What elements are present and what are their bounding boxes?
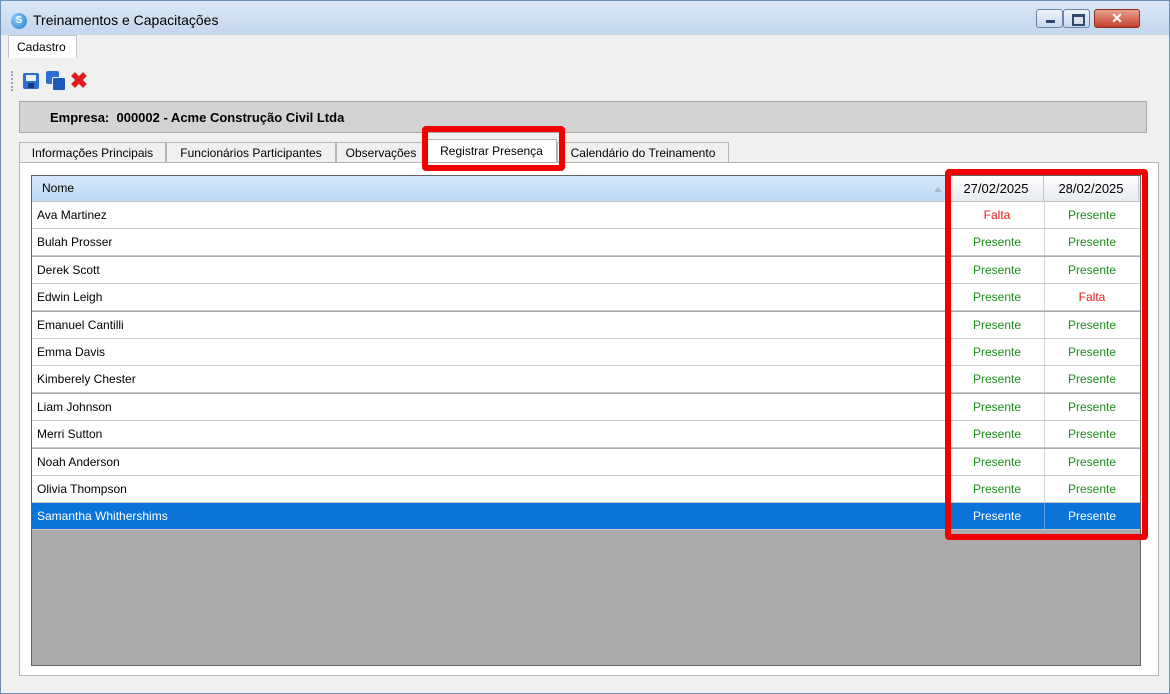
column-header-date-2[interactable]: 28/02/2025 bbox=[1044, 176, 1139, 201]
app-icon: S bbox=[11, 13, 27, 29]
sort-asc-icon bbox=[934, 187, 942, 192]
cell-presenca-2[interactable]: Presente bbox=[1044, 366, 1139, 393]
cell-presenca-1[interactable]: Presente bbox=[949, 284, 1044, 311]
attendance-grid: Nome 27/02/2025 28/02/2025 Ava Martinez F… bbox=[31, 175, 1141, 666]
cell-presenca-2[interactable]: Presente bbox=[1044, 256, 1139, 283]
maximize-icon bbox=[1072, 14, 1085, 26]
cell-presenca-1[interactable]: Presente bbox=[949, 476, 1044, 502]
toolbar-grip bbox=[11, 71, 15, 91]
column-header-nome[interactable]: Nome bbox=[32, 176, 949, 201]
cell-nome: Edwin Leigh bbox=[37, 290, 103, 305]
cell-presenca-2[interactable]: Presente bbox=[1044, 476, 1139, 502]
tab-informacoes-principais[interactable]: Informações Principais bbox=[19, 142, 166, 163]
cell-presenca-1[interactable]: Presente bbox=[949, 366, 1044, 393]
cell-nome: Bulah Prosser bbox=[37, 235, 113, 250]
table-row[interactable]: Samantha Whithershims Presente Presente bbox=[32, 503, 1140, 531]
table-row[interactable]: Olivia Thompson Presente Presente bbox=[32, 476, 1140, 503]
empresa-bar: Empresa: 000002 - Acme Construção Civil … bbox=[19, 101, 1147, 133]
cell-nome: Emma Davis bbox=[37, 345, 106, 359]
empresa-info: Empresa: 000002 - Acme Construção Civil … bbox=[50, 110, 344, 125]
tab-registrar-presenca[interactable]: Registrar Presença bbox=[426, 139, 557, 163]
cell-nome: Ava Martinez bbox=[37, 208, 107, 222]
table-row[interactable]: Liam Johnson Presente Presente bbox=[32, 393, 1140, 421]
grid-header: Nome 27/02/2025 28/02/2025 bbox=[32, 176, 1140, 202]
table-row[interactable]: Edwin Leigh Presente Falta bbox=[32, 284, 1140, 312]
empresa-label: Empresa: bbox=[50, 110, 110, 125]
toolbar: ✖ bbox=[11, 67, 311, 95]
cell-presenca-1[interactable]: Falta bbox=[949, 202, 1044, 228]
table-row[interactable]: Merri Sutton Presente Presente bbox=[32, 421, 1140, 449]
table-row[interactable]: Emanuel Cantilli Presente Presente bbox=[32, 311, 1140, 339]
tab-observacoes[interactable]: Observações bbox=[336, 142, 426, 163]
column-header-date-1[interactable]: 27/02/2025 bbox=[949, 176, 1044, 201]
tab-calendario-treinamento[interactable]: Calendário do Treinamento bbox=[557, 142, 729, 163]
cell-nome: Merri Sutton bbox=[37, 427, 103, 442]
save-all-icon[interactable] bbox=[46, 71, 66, 91]
cell-presenca-2[interactable]: Presente bbox=[1044, 339, 1139, 365]
menu-bar: Cadastro bbox=[2, 35, 1168, 58]
cell-presenca-1[interactable]: Presente bbox=[949, 393, 1044, 420]
empresa-value: 000002 - Acme Construção Civil Ltda bbox=[116, 110, 345, 125]
menu-cadastro[interactable]: Cadastro bbox=[8, 35, 77, 58]
cell-nome: Noah Anderson bbox=[37, 454, 120, 469]
window-title: Treinamentos e Capacitações bbox=[33, 12, 219, 28]
tab-funcionarios-participantes[interactable]: Funcionários Participantes bbox=[166, 142, 336, 163]
cell-presenca-1[interactable]: Presente bbox=[949, 421, 1044, 448]
table-row[interactable]: Emma Davis Presente Presente bbox=[32, 339, 1140, 366]
delete-icon[interactable]: ✖ bbox=[69, 70, 89, 92]
minimize-button[interactable] bbox=[1036, 9, 1063, 28]
main-window: S Treinamentos e Capacitações ✕ Cadastro… bbox=[0, 0, 1170, 694]
cell-presenca-1[interactable]: Presente bbox=[949, 229, 1044, 256]
cell-nome: Liam Johnson bbox=[37, 399, 112, 414]
cell-presenca-2[interactable]: Falta bbox=[1044, 284, 1139, 311]
table-row[interactable]: Kimberely Chester Presente Presente bbox=[32, 366, 1140, 394]
column-header-nome-label: Nome bbox=[42, 181, 75, 195]
cell-nome: Olivia Thompson bbox=[37, 482, 127, 496]
save-icon[interactable] bbox=[21, 71, 41, 91]
cell-presenca-2[interactable]: Presente bbox=[1044, 448, 1139, 475]
cell-presenca-2[interactable]: Presente bbox=[1044, 229, 1139, 256]
title-bar: S Treinamentos e Capacitações ✕ bbox=[1, 1, 1169, 35]
cell-nome: Emanuel Cantilli bbox=[37, 317, 124, 332]
cell-presenca-2[interactable]: Presente bbox=[1044, 311, 1139, 338]
cell-presenca-2[interactable]: Presente bbox=[1044, 393, 1139, 420]
cell-presenca-1[interactable]: Presente bbox=[949, 339, 1044, 365]
close-button[interactable]: ✕ bbox=[1094, 9, 1140, 28]
cell-nome: Derek Scott bbox=[37, 262, 100, 277]
cell-nome: Samantha Whithershims bbox=[37, 509, 168, 524]
cell-presenca-2[interactable]: Presente bbox=[1044, 202, 1139, 228]
cell-presenca-1[interactable]: Presente bbox=[949, 256, 1044, 283]
close-icon: ✕ bbox=[1111, 10, 1123, 26]
table-row[interactable]: Ava Martinez Falta Presente bbox=[32, 202, 1140, 229]
cell-nome: Kimberely Chester bbox=[37, 372, 136, 387]
cell-presenca-2[interactable]: Presente bbox=[1044, 421, 1139, 448]
table-row[interactable]: Bulah Prosser Presente Presente bbox=[32, 229, 1140, 257]
cell-presenca-1[interactable]: Presente bbox=[949, 503, 1044, 530]
minimize-icon bbox=[1046, 20, 1055, 23]
table-row[interactable]: Noah Anderson Presente Presente bbox=[32, 448, 1140, 476]
cell-presenca-1[interactable]: Presente bbox=[949, 311, 1044, 338]
cell-presenca-1[interactable]: Presente bbox=[949, 448, 1044, 475]
maximize-button[interactable] bbox=[1063, 9, 1090, 28]
table-row[interactable]: Derek Scott Presente Presente bbox=[32, 256, 1140, 284]
cell-presenca-2[interactable]: Presente bbox=[1044, 503, 1139, 530]
